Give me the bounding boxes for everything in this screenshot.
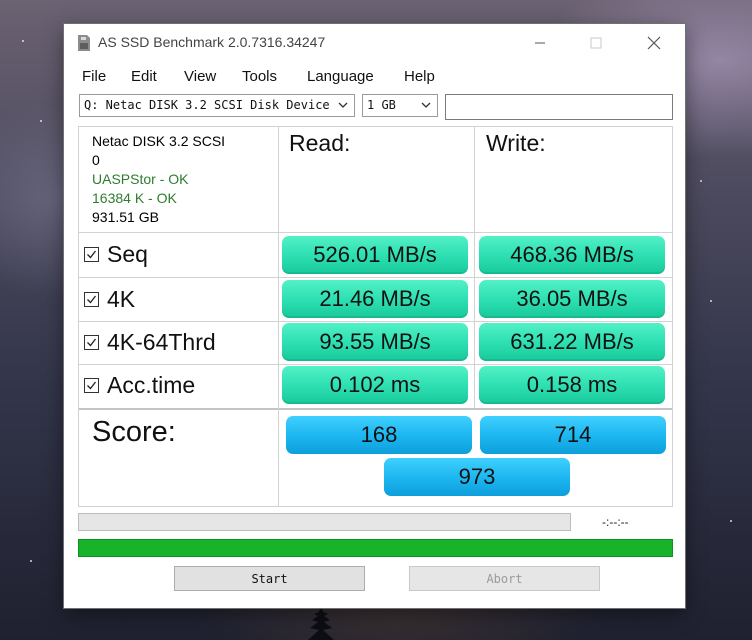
info-field[interactable]	[445, 94, 673, 120]
grid-line	[672, 126, 673, 506]
minimize-icon	[535, 42, 545, 44]
4k-checkbox[interactable]	[84, 291, 99, 307]
score-total: 973	[384, 458, 570, 496]
chevron-down-icon	[338, 102, 348, 108]
4k-read-result: 21.46 MB/s	[282, 280, 468, 318]
acc-time-read-result: 0.102 ms	[282, 366, 468, 404]
tower-silhouette	[308, 606, 334, 640]
drive-select-value: Q: Netac DISK 3.2 SCSI Disk Device	[84, 98, 330, 112]
minimize-button[interactable]	[523, 30, 557, 56]
seq-checkbox[interactable]	[84, 246, 99, 262]
test-row-acc-time[interactable]: Acc.time	[84, 370, 195, 400]
grid-line	[474, 126, 475, 408]
seq-read-result: 526.01 MB/s	[282, 236, 468, 274]
drive-info-line: 0	[92, 152, 100, 168]
app-window: AS SSD Benchmark 2.0.7316.34247 File Edi…	[64, 24, 685, 608]
test-progress-bar	[78, 513, 571, 531]
grid-line	[78, 321, 673, 322]
test-row-seq[interactable]: Seq	[84, 239, 148, 269]
grid-line	[78, 277, 673, 278]
drive-name: Netac DISK 3.2 SCSI	[92, 133, 226, 149]
star	[30, 560, 32, 562]
drive-capacity: 931.51 GB	[92, 209, 159, 225]
4k-64thrd-checkbox[interactable]	[84, 334, 99, 350]
score-label: Score:	[92, 416, 176, 448]
total-progress-bar	[78, 539, 673, 557]
title-bar[interactable]: AS SSD Benchmark 2.0.7316.34247	[64, 24, 685, 62]
write-header: Write:	[486, 130, 546, 156]
grid-line	[78, 408, 673, 410]
menu-file[interactable]: File	[82, 68, 106, 85]
4k-64thrd-read-result: 93.55 MB/s	[282, 323, 468, 361]
test-row-4k[interactable]: 4K	[84, 284, 135, 314]
menu-language[interactable]: Language	[307, 68, 374, 85]
chevron-down-icon	[421, 102, 431, 108]
seq-write-result: 468.36 MB/s	[479, 236, 665, 274]
start-button[interactable]: Start	[174, 566, 365, 591]
window-title: AS SSD Benchmark 2.0.7316.34247	[98, 34, 326, 50]
menu-edit[interactable]: Edit	[131, 68, 157, 85]
acc-time-write-result: 0.158 ms	[479, 366, 665, 404]
check-icon	[87, 250, 97, 258]
alignment-status: 16384 K - OK	[92, 190, 177, 206]
read-header: Read:	[289, 130, 351, 156]
acc-time-label: Acc.time	[107, 371, 196, 398]
menu-view[interactable]: View	[184, 68, 216, 85]
size-select-value: 1 GB	[367, 98, 396, 112]
test-row-4k-64thrd[interactable]: 4K-64Thrd	[84, 327, 216, 357]
star	[22, 40, 24, 42]
elapsed-time: -:--:--	[602, 515, 629, 529]
app-icon	[78, 35, 90, 51]
check-icon	[87, 295, 97, 303]
grid-line	[78, 506, 673, 507]
size-select[interactable]: 1 GB	[362, 94, 438, 117]
star	[710, 300, 712, 302]
drive-select[interactable]: Q: Netac DISK 3.2 SCSI Disk Device	[79, 94, 355, 117]
4k-write-result: 36.05 MB/s	[479, 280, 665, 318]
star	[730, 520, 732, 522]
score-write: 714	[480, 416, 666, 454]
acc-time-checkbox[interactable]	[84, 377, 99, 393]
drive-info: Netac DISK 3.2 SCSI 0 UASPStor - OK 1638…	[92, 132, 225, 227]
4k-64thrd-write-result: 631.22 MB/s	[479, 323, 665, 361]
star	[700, 180, 702, 182]
maximize-icon	[590, 37, 602, 49]
grid-line	[78, 364, 673, 365]
menu-tools[interactable]: Tools	[242, 68, 277, 85]
check-icon	[87, 338, 97, 346]
grid-line	[78, 232, 673, 233]
4k-64thrd-label: 4K-64Thrd	[107, 328, 216, 355]
check-icon	[87, 381, 97, 389]
grid-line	[78, 126, 79, 506]
grid-line	[278, 126, 279, 506]
seq-label: Seq	[107, 240, 148, 267]
4k-label: 4K	[107, 285, 136, 312]
abort-button[interactable]: Abort	[409, 566, 600, 591]
driver-status: UASPStor - OK	[92, 171, 189, 187]
grid-line	[78, 126, 673, 127]
close-icon	[647, 36, 661, 50]
menu-help[interactable]: Help	[404, 68, 435, 85]
menu-bar: File Edit View Tools Language Help	[64, 66, 685, 90]
maximize-button[interactable]	[579, 30, 613, 56]
score-read: 168	[286, 416, 472, 454]
star	[40, 120, 42, 122]
close-button[interactable]	[637, 30, 671, 56]
